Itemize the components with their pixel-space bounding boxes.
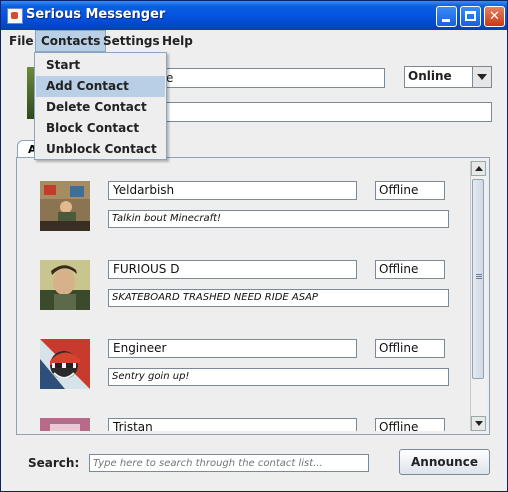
title-bar[interactable]: Serious Messenger ✕ [1, 1, 507, 30]
room-photo-avatar [40, 181, 90, 231]
own-message-field[interactable] [161, 102, 492, 122]
menu-settings[interactable]: Settings [98, 30, 165, 52]
maximize-icon [465, 11, 476, 21]
contact-status: Offline [375, 339, 445, 358]
contact-entry[interactable]: Engineer Offline Sentry goin up! [20, 319, 468, 397]
scroll-up-icon[interactable] [471, 161, 486, 176]
contact-status: Offline [375, 260, 445, 279]
announce-button[interactable]: Announce [399, 449, 490, 475]
app-window: Serious Messenger ✕ File Contacts Settin… [0, 0, 508, 492]
menu-item-add-contact[interactable]: Add Contact [36, 76, 165, 97]
minimize-icon [442, 19, 450, 22]
status-select[interactable]: Online [404, 66, 492, 88]
status-select-value: Online [408, 69, 452, 83]
contact-list-scrollbar[interactable] [470, 161, 486, 431]
contact-message: SKATEBOARD TRASHED NEED RIDE ASAP [108, 289, 449, 307]
contact-list-panel: Yeldarbish Offline Talkin bout Minecraft… [16, 157, 490, 435]
contact-message: Talkin bout Minecraft! [108, 210, 449, 228]
maximize-button[interactable] [460, 6, 481, 27]
contact-name: Engineer [108, 339, 357, 358]
menu-item-start-conversation[interactable]: Start Conversation [36, 55, 165, 93]
java-app-icon [7, 8, 23, 24]
chevron-down-icon[interactable] [472, 67, 491, 87]
contact-name: Tristan [108, 418, 357, 431]
contact-entry[interactable]: FURIOUS D Offline SKATEBOARD TRASHED NEE… [20, 240, 468, 318]
search-input[interactable] [89, 454, 369, 472]
contact-name: FURIOUS D [108, 260, 357, 279]
partial-avatar [40, 418, 90, 431]
contact-name: Yeldarbish [108, 181, 357, 200]
engineer-cartoon-avatar [40, 339, 90, 389]
menu-file[interactable]: File [4, 30, 39, 52]
minimize-button[interactable] [436, 6, 457, 27]
close-button[interactable]: ✕ [484, 6, 505, 27]
contact-message: Sentry goin up! [108, 368, 449, 386]
menu-help[interactable]: Help [157, 30, 198, 52]
scrollbar-thumb[interactable] [472, 179, 484, 379]
contact-list: Yeldarbish Offline Talkin bout Minecraft… [20, 161, 468, 431]
own-name-field[interactable]: e [161, 68, 385, 88]
menu-item-block-contact[interactable]: Block Contact [36, 118, 165, 139]
menu-item-unblock-contact[interactable]: Unblock Contact [36, 139, 165, 160]
contact-status: Offline [375, 181, 445, 200]
menu-item-delete-contact[interactable]: Delete Contact [36, 97, 165, 118]
search-label: Search: [28, 456, 80, 470]
window-title: Serious Messenger [26, 7, 166, 22]
contact-entry[interactable]: Yeldarbish Offline Talkin bout Minecraft… [20, 161, 468, 239]
contact-entry[interactable]: Tristan Offline [20, 398, 468, 431]
scroll-down-icon[interactable] [471, 416, 486, 431]
menu-contacts[interactable]: Contacts [35, 30, 107, 52]
grip-icon [476, 274, 482, 275]
contact-status: Offline [375, 418, 445, 431]
close-icon: ✕ [489, 9, 500, 24]
person-photo-avatar [40, 260, 90, 310]
contacts-menu-dropdown: Start Conversation Add Contact Delete Co… [34, 52, 167, 160]
menu-bar: File Contacts Settings Help [1, 30, 507, 52]
